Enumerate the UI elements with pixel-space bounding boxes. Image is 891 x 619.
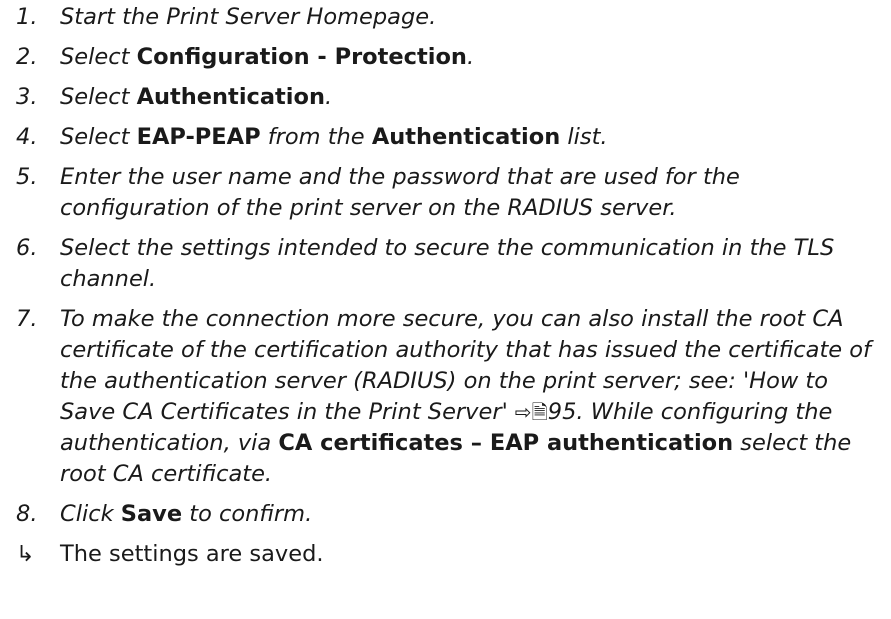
step-text-segment: Start the Print Server Homepage. bbox=[60, 4, 437, 30]
step-text-segment: . bbox=[325, 84, 333, 110]
step-text-segment: Enter the user name and the password tha… bbox=[60, 164, 740, 221]
instruction-page: 1. Start the Print Server Homepage. 2. Sele… bbox=[0, 0, 891, 619]
step-item: 2. Select Configuration - Protection. bbox=[0, 42, 891, 73]
step-text-segment: to confirm. bbox=[182, 501, 313, 527]
step-number: 2. bbox=[16, 44, 38, 70]
step-item: 8. Click Save to confirm. bbox=[0, 499, 891, 530]
step-text: Select the settings intended to secure t… bbox=[60, 235, 834, 292]
step-text-segment: list. bbox=[560, 124, 608, 150]
step-text: Click Save to confirm. bbox=[60, 501, 312, 527]
step-text-segment: Select bbox=[60, 84, 137, 110]
step-item: 3. Select Authentication. bbox=[0, 82, 891, 113]
step-number: 4. bbox=[16, 124, 38, 150]
step-text: Enter the user name and the password tha… bbox=[60, 164, 740, 221]
step-number: 5. bbox=[16, 164, 38, 190]
step-text-segment: . bbox=[466, 44, 475, 70]
step-number: 7. bbox=[16, 306, 38, 332]
step-number: 8. bbox=[16, 501, 38, 527]
step-list: 1. Start the Print Server Homepage. 2. Sele… bbox=[0, 2, 891, 530]
ui-term: CA certificates – EAP authentication bbox=[278, 430, 734, 456]
step-text-segment: Select bbox=[60, 44, 137, 70]
step-number: 6. bbox=[16, 235, 38, 261]
step-number: 3. bbox=[16, 84, 38, 110]
ui-term: EAP-PEAP bbox=[136, 124, 261, 150]
step-text: Select Configuration - Protection. bbox=[60, 44, 474, 70]
step-item: 5. Enter the user name and the password t… bbox=[0, 162, 891, 224]
step-text: Select Authentication. bbox=[60, 84, 332, 110]
result-text: The settings are saved. bbox=[60, 541, 324, 567]
step-item: 1. Start the Print Server Homepage. bbox=[0, 2, 891, 33]
result-line: ↳ The settings are saved. bbox=[0, 539, 891, 570]
step-text-segment: Click bbox=[60, 501, 121, 527]
result-arrow-icon: ↳ bbox=[16, 542, 35, 567]
ui-term: Save bbox=[120, 501, 183, 527]
step-text-segment: Select the settings intended to secure t… bbox=[60, 235, 835, 292]
page-reference-icon: ⇨🗎 bbox=[514, 400, 548, 424]
step-text: Start the Print Server Homepage. bbox=[60, 4, 436, 30]
step-text-segment: Select bbox=[60, 124, 137, 150]
step-item: 6. Select the settings intended to secure… bbox=[0, 233, 891, 295]
step-item: 4. Select EAP-PEAP from the Authenticatio… bbox=[0, 122, 891, 153]
ui-term: Configuration - Protection bbox=[136, 44, 467, 70]
step-number: 1. bbox=[16, 4, 38, 30]
step-item: 7. To make the connection more secure, yo… bbox=[0, 304, 891, 490]
step-text: To make the connection more secure, you … bbox=[60, 306, 871, 487]
ui-term: Authentication bbox=[136, 84, 325, 110]
ui-term: Authentication bbox=[371, 124, 561, 150]
step-text: Select EAP-PEAP from the Authentication … bbox=[60, 124, 608, 150]
step-text-segment: from the bbox=[260, 124, 372, 150]
